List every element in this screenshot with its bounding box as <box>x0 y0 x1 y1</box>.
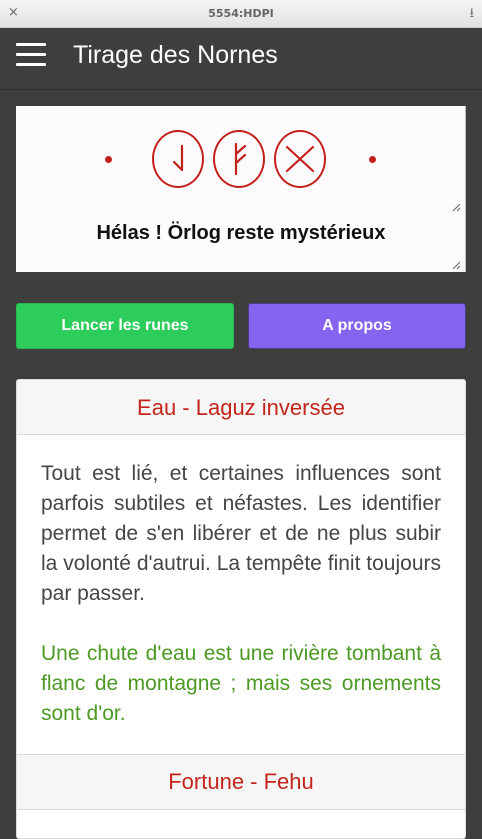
app-bar: Tirage des Nornes <box>0 28 482 90</box>
window-title: 5554:HDPI <box>208 7 274 20</box>
resize-grip-icon[interactable] <box>451 202 461 212</box>
card-quote: Une chute d'eau est une rivière tombant … <box>41 642 441 725</box>
laguz-inverted-rune-icon <box>152 130 204 188</box>
rune-result-card: Eau - Laguz inversée Tout est lié, et ce… <box>16 379 466 839</box>
fehu-rune-icon <box>213 130 265 188</box>
resize-grip-icon[interactable] <box>451 260 461 270</box>
rune-caption: Hélas ! Örlog reste mystérieux <box>96 222 386 244</box>
window-titlebar: × 5554:HDPI ⭳ <box>0 0 482 28</box>
card-body: Tout est lié, et certaines influences so… <box>17 435 465 754</box>
next-card-title[interactable]: Fortune - Fehu <box>17 754 465 810</box>
gebo-rune-icon <box>274 130 326 188</box>
card-title: Eau - Laguz inversée <box>17 380 465 435</box>
about-button[interactable]: A propos <box>248 303 466 349</box>
card-description: Tout est lié, et certaines influences so… <box>41 462 441 605</box>
app-title: Tirage des Nornes <box>73 41 278 69</box>
throw-runes-button[interactable]: Lancer les runes <box>16 303 234 349</box>
left-dot-icon <box>105 156 112 163</box>
download-icon[interactable]: ⭳ <box>469 4 474 26</box>
hamburger-menu-icon[interactable] <box>16 43 46 67</box>
rune-display-panel: Hélas ! Örlog reste mystérieux <box>16 106 466 272</box>
right-dot-icon <box>369 156 376 163</box>
